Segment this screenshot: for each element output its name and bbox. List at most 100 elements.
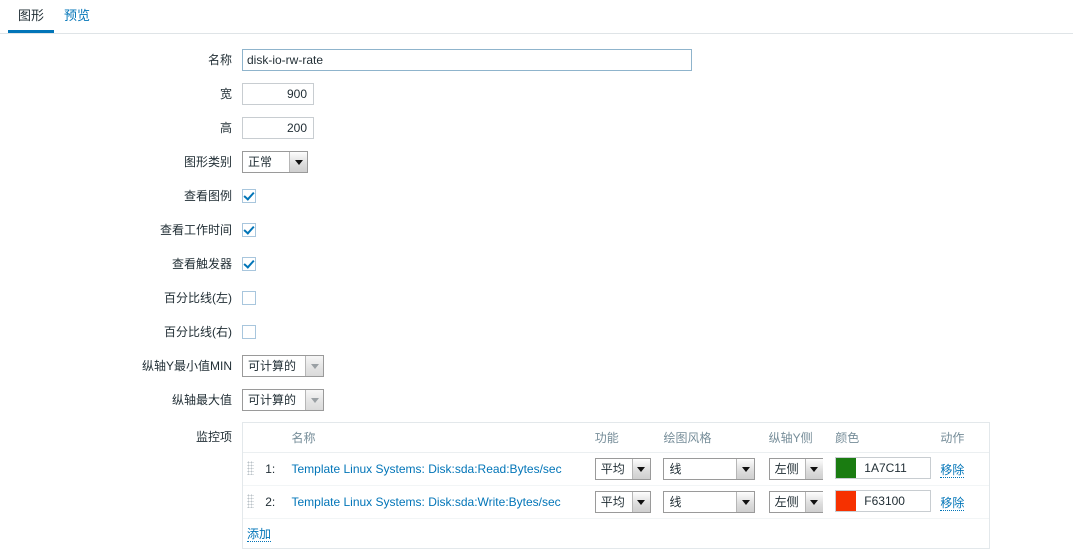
- item-name-link[interactable]: Template Linux Systems: Disk:sda:Write:B…: [291, 495, 560, 509]
- show-triggers-label: 查看触发器: [171, 257, 232, 271]
- row-drag-cell: [243, 452, 262, 486]
- row-width: 宽: [0, 82, 1073, 106]
- row-number: 1:: [261, 452, 288, 486]
- drag-handle-icon[interactable]: [247, 493, 254, 508]
- row-items: 监控项 名称 功能 绘图风格 纵轴Y侧 颜色 动作 1: Template Li…: [0, 422, 1073, 549]
- show-working-time-field-wrap: [242, 223, 1073, 238]
- width-field-wrap: [242, 83, 1073, 105]
- percentile-right-checkbox[interactable]: [242, 325, 256, 340]
- row-show-triggers: 查看触发器: [0, 252, 1073, 276]
- chevron-down-icon: [804, 492, 823, 512]
- item-name-link[interactable]: Template Linux Systems: Disk:sda:Read:By…: [291, 462, 561, 476]
- draw-style-select[interactable]: 线: [663, 458, 756, 480]
- y-max-label: 纵轴最大值: [171, 393, 232, 407]
- row-draw-style-cell: 线: [659, 485, 765, 519]
- show-legend-checkbox[interactable]: [242, 189, 256, 204]
- draw-style-select[interactable]: 线: [663, 491, 756, 513]
- percentile-left-label: 百分比线(左): [164, 291, 232, 305]
- show-triggers-field-wrap: [242, 257, 1073, 272]
- graph-type-value: 正常: [248, 155, 273, 169]
- row-y-max: 纵轴最大值 可计算的: [0, 388, 1073, 412]
- show-legend-field-wrap: [242, 189, 1073, 204]
- row-show-working-time: 查看工作时间: [0, 218, 1073, 242]
- show-working-time-checkbox[interactable]: [242, 223, 256, 238]
- show-working-time-label: 查看工作时间: [159, 223, 232, 237]
- header-color: 颜色: [831, 423, 937, 453]
- items-header-row: 名称 功能 绘图风格 纵轴Y侧 颜色 动作: [243, 423, 989, 453]
- chevron-down-icon: [631, 492, 650, 512]
- items-table-container: 名称 功能 绘图风格 纵轴Y侧 颜色 动作 1: Template Linux …: [242, 422, 990, 549]
- row-color-cell: 1A7C11: [831, 452, 937, 486]
- chevron-down-icon: [305, 390, 323, 410]
- function-select[interactable]: 平均: [594, 491, 651, 513]
- draw-style-value: 线: [669, 495, 682, 509]
- tab-bar: 图形 预览: [0, 0, 1073, 34]
- row-color-cell: F63100: [831, 485, 937, 519]
- color-picker[interactable]: 1A7C11: [835, 457, 932, 479]
- name-field-wrap: [242, 49, 1073, 71]
- tab-graph-label: 图形: [18, 8, 45, 23]
- add-item-link[interactable]: 添加: [247, 527, 272, 542]
- y-min-value: 可计算的: [248, 359, 297, 373]
- y-side-select[interactable]: 左侧: [768, 458, 823, 480]
- y-side-select[interactable]: 左侧: [768, 491, 823, 513]
- chevron-down-icon: [804, 459, 823, 479]
- y-min-select[interactable]: 可计算的: [242, 355, 324, 377]
- y-side-value: 左侧: [774, 495, 799, 509]
- show-triggers-checkbox[interactable]: [242, 257, 256, 272]
- drag-handle-icon[interactable]: [247, 460, 254, 475]
- graph-type-field-wrap: 正常: [242, 151, 1073, 173]
- tab-graph[interactable]: 图形: [8, 0, 55, 33]
- row-action-cell: 移除: [936, 452, 989, 486]
- items-field-wrap: 名称 功能 绘图风格 纵轴Y侧 颜色 动作 1: Template Linux …: [242, 422, 1073, 549]
- graph-height-input[interactable]: [242, 117, 314, 139]
- height-label: 高: [219, 121, 232, 135]
- row-height: 高: [0, 116, 1073, 140]
- header-y-side: 纵轴Y侧: [764, 423, 832, 453]
- graph-width-input[interactable]: [242, 83, 314, 105]
- chevron-down-icon: [631, 459, 650, 479]
- y-max-value: 可计算的: [248, 393, 297, 407]
- tab-preview-label: 预览: [64, 8, 91, 23]
- height-field-wrap: [242, 117, 1073, 139]
- width-label: 宽: [219, 87, 232, 101]
- color-picker[interactable]: F63100: [835, 490, 932, 512]
- row-y-side-cell: 左侧: [764, 485, 832, 519]
- function-select[interactable]: 平均: [594, 458, 651, 480]
- graph-type-select[interactable]: 正常: [242, 151, 308, 173]
- y-min-label: 纵轴Y最小值MIN: [141, 359, 232, 373]
- graph-type-label: 图形类别: [183, 155, 232, 169]
- percentile-left-checkbox[interactable]: [242, 291, 256, 306]
- row-function-cell: 平均: [590, 485, 660, 519]
- items-label: 监控项: [195, 430, 232, 444]
- chevron-down-icon: [289, 152, 307, 172]
- y-side-value: 左侧: [774, 462, 799, 476]
- y-max-field-wrap: 可计算的: [242, 389, 1073, 411]
- row-action-cell: 移除: [936, 485, 989, 519]
- y-max-select[interactable]: 可计算的: [242, 389, 324, 411]
- row-percentile-right: 百分比线(右): [0, 320, 1073, 344]
- show-legend-label: 查看图例: [183, 189, 232, 203]
- remove-link[interactable]: 移除: [940, 462, 965, 478]
- chevron-down-icon: [736, 459, 755, 479]
- y-min-field-wrap: 可计算的: [242, 355, 1073, 377]
- chevron-down-icon: [736, 492, 755, 512]
- header-function: 功能: [590, 423, 660, 453]
- function-value: 平均: [600, 495, 625, 509]
- graph-name-input[interactable]: [242, 49, 692, 71]
- remove-link[interactable]: 移除: [940, 495, 965, 511]
- row-percentile-left: 百分比线(左): [0, 286, 1073, 310]
- percentile-right-label: 百分比线(右): [164, 325, 232, 339]
- add-item-wrap: 添加: [243, 519, 989, 542]
- row-item-name-cell: Template Linux Systems: Disk:sda:Write:B…: [287, 485, 591, 519]
- percentile-left-field-wrap: [242, 291, 1073, 306]
- header-draw-style: 绘图风格: [659, 423, 765, 453]
- color-swatch: [836, 458, 857, 478]
- header-name: 名称: [287, 423, 591, 453]
- items-table-head: 名称 功能 绘图风格 纵轴Y侧 颜色 动作: [243, 423, 989, 453]
- row-show-legend: 查看图例: [0, 184, 1073, 208]
- table-row: 2: Template Linux Systems: Disk:sda:Writ…: [243, 485, 989, 519]
- row-number: 2:: [261, 485, 288, 519]
- tab-preview[interactable]: 预览: [54, 0, 100, 32]
- row-name: 名称: [0, 48, 1073, 72]
